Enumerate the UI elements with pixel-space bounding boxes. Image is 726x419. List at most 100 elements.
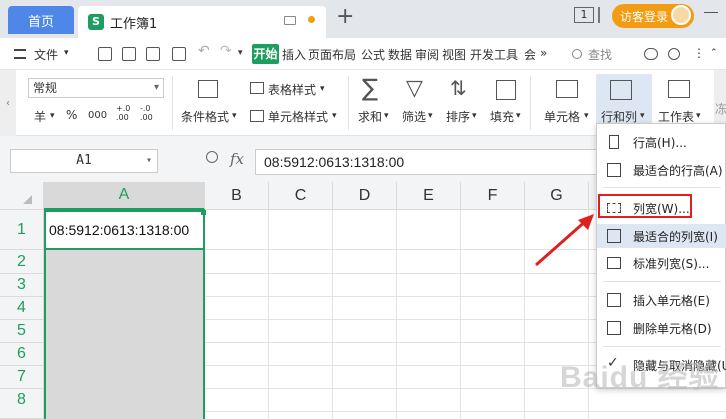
row-header-8[interactable]: 8	[0, 389, 44, 419]
menu-item-delete-cell[interactable]: 删除单元格(D)	[597, 316, 726, 340]
gridline	[396, 210, 397, 419]
menu-item-insert-cell[interactable]: 插入单元格(E)	[597, 288, 726, 312]
row-header-3[interactable]: 3	[0, 274, 44, 297]
print-icon[interactable]	[146, 47, 160, 61]
chevron-down-icon[interactable]: ▾	[50, 111, 55, 121]
tab-start[interactable]: 开始	[252, 44, 279, 64]
menu-item-standard-column-width[interactable]: 标准列宽(S)...	[597, 251, 726, 275]
hamburger-icon[interactable]	[14, 49, 26, 59]
cell-a1[interactable]: 08:5912:0613:1318:00	[44, 210, 205, 250]
save-icon[interactable]	[98, 47, 112, 61]
row-header-6[interactable]: 6	[0, 343, 44, 366]
name-box[interactable]: A1	[10, 149, 158, 173]
increase-decimal-icon[interactable]: +.0 .00	[116, 104, 132, 122]
rows-columns-button[interactable]: 行和列 ▾	[596, 74, 652, 130]
tab-developer[interactable]: 开发工具	[470, 46, 518, 63]
cell-style-icon[interactable]	[250, 110, 264, 122]
table-style-button[interactable]: 表格样式	[268, 81, 316, 98]
chevron-down-icon[interactable]: ▾	[332, 111, 337, 121]
column-header-g[interactable]: G	[525, 182, 589, 210]
column-header-f[interactable]: F	[461, 182, 525, 210]
cell-icon[interactable]	[556, 80, 578, 98]
chevron-down-icon[interactable]: ▾	[238, 48, 243, 58]
cell-button[interactable]: 单元格	[544, 108, 580, 125]
zoom-icon[interactable]	[206, 151, 218, 163]
new-tab-button[interactable]: +	[336, 4, 354, 29]
cell-style-button[interactable]: 单元格样式	[268, 108, 328, 125]
number-format-select[interactable]: 常规	[28, 78, 164, 98]
search-icon[interactable]	[572, 49, 582, 59]
fill-handle[interactable]	[201, 210, 206, 215]
ribbon-scroll-left-icon[interactable]: ‹	[0, 70, 16, 136]
chevron-down-icon[interactable]: ▾	[64, 48, 69, 58]
sum-icon[interactable]: ∑	[362, 74, 378, 102]
column-header-e[interactable]: E	[397, 182, 461, 210]
more-options-icon[interactable]: ⋮	[693, 46, 705, 60]
undo-icon[interactable]: ↶	[198, 43, 210, 59]
row-header-2[interactable]: 2	[0, 250, 44, 274]
sum-button[interactable]: 求和	[358, 108, 382, 125]
menu-item-row-height[interactable]: 行高(H)...	[597, 130, 726, 154]
filter-button[interactable]: 筛选	[402, 108, 426, 125]
percent-icon[interactable]: %	[66, 108, 77, 122]
document-tab[interactable]: S 工作簿1	[78, 6, 326, 38]
row-header-7[interactable]: 7	[0, 366, 44, 389]
minimize-button[interactable]	[704, 12, 718, 13]
function-icon[interactable]: fx	[230, 150, 244, 168]
menu-item-autofit-row-height[interactable]: 最适合的行高(A)	[597, 158, 726, 182]
fill-icon[interactable]	[496, 80, 516, 100]
tab-page-layout[interactable]: 页面布局	[308, 46, 356, 63]
select-all-corner[interactable]	[0, 182, 44, 210]
row-header-5[interactable]: 5	[0, 320, 44, 343]
collapse-ribbon-icon[interactable]: ⌃	[710, 48, 718, 58]
tab-data[interactable]: 数据	[388, 46, 412, 63]
currency-icon[interactable]: 羊	[34, 108, 46, 125]
window-count-badge[interactable]: 1	[574, 7, 594, 23]
tab-formula[interactable]: 公式	[361, 46, 385, 63]
redo-icon[interactable]: ↷	[220, 43, 232, 59]
title-bar: 首页 S 工作簿1 + 1 访客登录	[0, 0, 726, 38]
table-style-icon[interactable]	[250, 82, 264, 94]
chevron-down-icon[interactable]: ▾	[584, 111, 589, 121]
worksheet-icon[interactable]	[668, 80, 690, 98]
share-icon[interactable]	[668, 48, 680, 60]
tab-member[interactable]: 会	[524, 46, 536, 63]
export-icon[interactable]	[122, 47, 136, 61]
conditional-format-button[interactable]: 条件格式	[181, 108, 229, 125]
column-header-d[interactable]: D	[333, 182, 397, 210]
menu-item-label: 删除单元格(D)	[633, 321, 712, 336]
fill-button[interactable]: 填充	[490, 108, 514, 125]
guest-login-button[interactable]: 访客登录	[612, 4, 694, 28]
chevron-down-icon[interactable]: ▾	[472, 111, 477, 121]
thousands-icon[interactable]: 000	[88, 110, 107, 121]
sort-icon[interactable]: ⇅	[450, 76, 467, 100]
more-tabs-button[interactable]: »	[540, 46, 547, 60]
chevron-down-icon[interactable]: ▾	[696, 111, 701, 121]
layout-icon[interactable]	[598, 7, 604, 23]
tab-insert[interactable]: 插入	[282, 46, 306, 63]
print-preview-icon[interactable]	[172, 47, 186, 61]
chevron-down-icon[interactable]: ▾	[320, 84, 325, 94]
filter-icon[interactable]: ▽	[406, 76, 423, 101]
tab-review[interactable]: 审阅	[415, 46, 439, 63]
cloud-icon[interactable]	[644, 48, 658, 60]
conditional-format-icon[interactable]	[198, 80, 218, 98]
tab-view[interactable]: 视图	[442, 46, 466, 63]
chevron-down-icon[interactable]: ▾	[428, 111, 433, 121]
menu-item-autofit-column-width[interactable]: 最适合的列宽(I)	[597, 224, 726, 248]
sort-button[interactable]: 排序	[446, 108, 470, 125]
home-tab[interactable]: 首页	[8, 6, 74, 34]
column-header-a[interactable]: A	[44, 182, 205, 210]
chevron-down-icon[interactable]: ▾	[516, 111, 521, 121]
column-header-b[interactable]: B	[205, 182, 269, 210]
chevron-down-icon[interactable]: ▾	[232, 111, 237, 121]
corner-triangle-icon	[23, 195, 32, 204]
column-header-c[interactable]: C	[269, 182, 333, 210]
row-header-4[interactable]: 4	[0, 297, 44, 320]
search-input[interactable]: 查找	[588, 46, 612, 63]
decrease-decimal-icon[interactable]: -.0 .00	[140, 104, 156, 122]
chevron-down-icon[interactable]: ▾	[384, 111, 389, 121]
monitor-icon[interactable]	[284, 16, 296, 25]
row-header-1[interactable]: 1	[0, 210, 44, 250]
file-menu[interactable]: 文件	[34, 46, 58, 63]
